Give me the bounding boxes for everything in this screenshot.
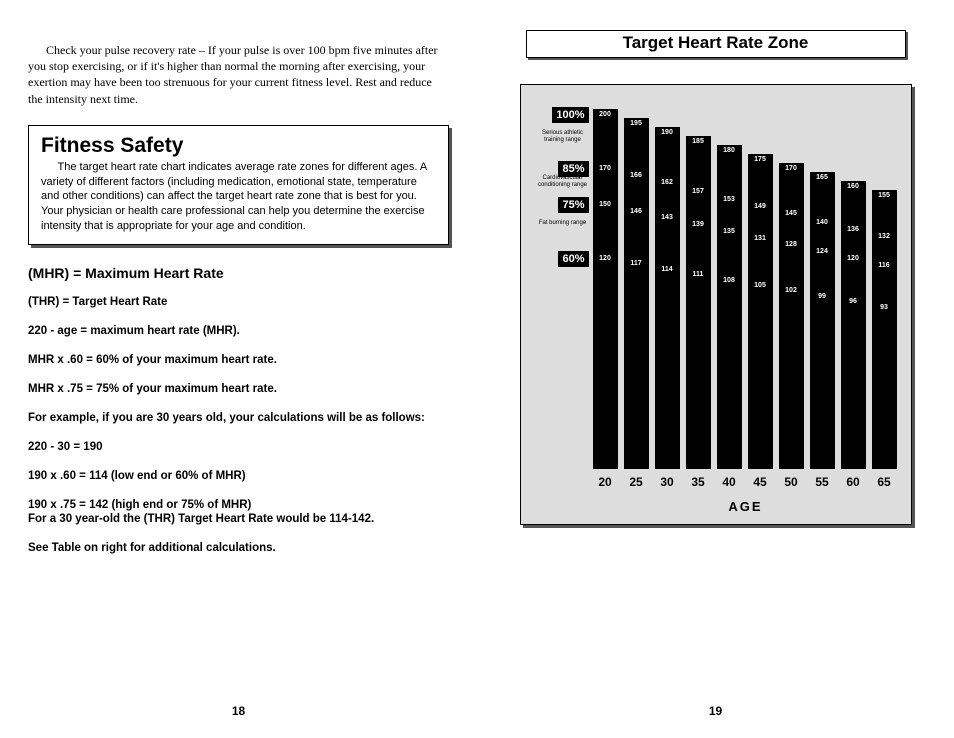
fitness-safety-title: Fitness Safety: [41, 134, 436, 158]
page-spread: Check your pulse recovery rate – If your…: [0, 0, 954, 738]
y-zone-note: Serious athletic training range: [535, 130, 591, 143]
x-label: 35: [686, 475, 711, 489]
x-label: 60: [841, 475, 866, 489]
chart-title-wrap: Target Heart Rate Zone: [526, 30, 906, 58]
bar-value-label: 102: [779, 287, 804, 294]
chart-x-labels: 20 25 30 35 40 45 50 55 60 65: [533, 475, 899, 489]
bar-value-label: 170: [593, 165, 618, 172]
chart-bar: 170 145 128 102: [779, 163, 804, 469]
example-calc-2: 190 x .60 = 114 (low end or 60% of MHR): [28, 469, 449, 484]
y-tag: 100%: [552, 107, 588, 123]
page-19: Target Heart Rate Zone 100%85%75%60%Seri…: [477, 0, 954, 738]
page-number-right: 19: [477, 704, 954, 718]
bar-value-label: 136: [841, 226, 866, 233]
x-label: 30: [655, 475, 680, 489]
bar-value-label: 114: [655, 266, 680, 273]
y-zone-note: Cardiovascular conditioning range: [535, 175, 591, 188]
bar-value-label: 190: [655, 129, 680, 136]
y-tag: 75%: [558, 197, 588, 213]
chart-bar: 200 170 150 120: [593, 109, 618, 469]
example-calc-1: 220 - 30 = 190: [28, 440, 449, 455]
bar-value-label: 146: [624, 208, 649, 215]
bar-value-label: 155: [872, 192, 897, 199]
chart-bar: 185 157 139 111: [686, 136, 711, 469]
bar-value-label: 170: [779, 165, 804, 172]
bar-value-label: 195: [624, 120, 649, 127]
example-calc-3: 190 x .75 = 142 (high end or 75% of MHR)…: [28, 498, 449, 528]
intro-paragraph: Check your pulse recovery rate – If your…: [28, 42, 449, 107]
bar-value-label: 165: [810, 174, 835, 181]
chart-bar: 155 132 116 93: [872, 190, 897, 469]
bar-value-label: 166: [624, 172, 649, 179]
chart-bar: 175 149 131 105: [748, 154, 773, 469]
fitness-safety-body: The target heart rate chart indicates av…: [41, 160, 436, 234]
bar-value-label: 128: [779, 241, 804, 248]
bar-value-label: 105: [748, 282, 773, 289]
y-zone-note: Fat burning range: [535, 220, 591, 227]
page-18: Check your pulse recovery rate – If your…: [0, 0, 477, 738]
bar-value-label: 139: [686, 221, 711, 228]
thr-definition: (THR) = Target Heart Rate: [28, 295, 449, 310]
bar-value-label: 108: [717, 277, 742, 284]
chart-bar: 165 140 124 99: [810, 172, 835, 469]
see-table-note: See Table on right for additional calcul…: [28, 541, 449, 556]
bar-value-label: 140: [810, 219, 835, 226]
bar-value-label: 120: [841, 255, 866, 262]
chart-bar: 160 136 120 96: [841, 181, 866, 469]
bar-value-label: 160: [841, 183, 866, 190]
chart-title: Target Heart Rate Zone: [526, 30, 906, 58]
mhr-heading: (MHR) = Maximum Heart Rate: [28, 265, 449, 281]
bar-value-label: 143: [655, 214, 680, 221]
bar-value-label: 124: [810, 248, 835, 255]
x-label: 40: [717, 475, 742, 489]
chart-bars: 2001701501201951661461171901621431141851…: [593, 109, 899, 469]
bar-value-label: 149: [748, 203, 773, 210]
x-label: 20: [593, 475, 618, 489]
chart-x-axis-title: AGE: [533, 499, 899, 514]
y-tag: 60%: [558, 251, 588, 267]
chart-bar: 190 162 143 114: [655, 127, 680, 469]
bar-value-label: 185: [686, 138, 711, 145]
x-label: 45: [748, 475, 773, 489]
bar-value-label: 93: [872, 304, 897, 311]
bar-value-label: 131: [748, 235, 773, 242]
x-label: 25: [624, 475, 649, 489]
x-label: 65: [872, 475, 897, 489]
bar-value-label: 150: [593, 201, 618, 208]
bar-value-label: 99: [810, 293, 835, 300]
fitness-safety-box: Fitness Safety The target heart rate cha…: [28, 125, 449, 245]
formula-75: MHR x .75 = 75% of your maximum heart ra…: [28, 382, 449, 397]
bar-value-label: 132: [872, 233, 897, 240]
bar-value-label: 200: [593, 111, 618, 118]
chart-bar: 180 153 135 108: [717, 145, 742, 469]
bar-value-label: 145: [779, 210, 804, 217]
bar-value-label: 175: [748, 156, 773, 163]
bar-value-label: 116: [872, 262, 897, 269]
formula-60: MHR x .60 = 60% of your maximum heart ra…: [28, 353, 449, 368]
bar-value-label: 117: [624, 260, 649, 267]
formula-mhr: 220 - age = maximum heart rate (MHR).: [28, 324, 449, 339]
bar-value-label: 162: [655, 179, 680, 186]
bar-value-label: 180: [717, 147, 742, 154]
bar-value-label: 120: [593, 255, 618, 262]
bar-value-label: 157: [686, 188, 711, 195]
x-label: 50: [779, 475, 804, 489]
bar-value-label: 96: [841, 298, 866, 305]
x-label: 55: [810, 475, 835, 489]
example-intro: For example, if you are 30 years old, yo…: [28, 411, 449, 426]
heart-rate-chart: 100%85%75%60%Serious athletic training r…: [520, 84, 912, 525]
page-number-left: 18: [0, 704, 477, 718]
bar-value-label: 135: [717, 228, 742, 235]
bar-value-label: 111: [686, 271, 711, 278]
chart-body: 100%85%75%60%Serious athletic training r…: [533, 109, 899, 469]
bar-value-label: 153: [717, 196, 742, 203]
chart-y-axis: 100%85%75%60%Serious athletic training r…: [533, 109, 593, 469]
chart-bar: 195 166 146 117: [624, 118, 649, 469]
